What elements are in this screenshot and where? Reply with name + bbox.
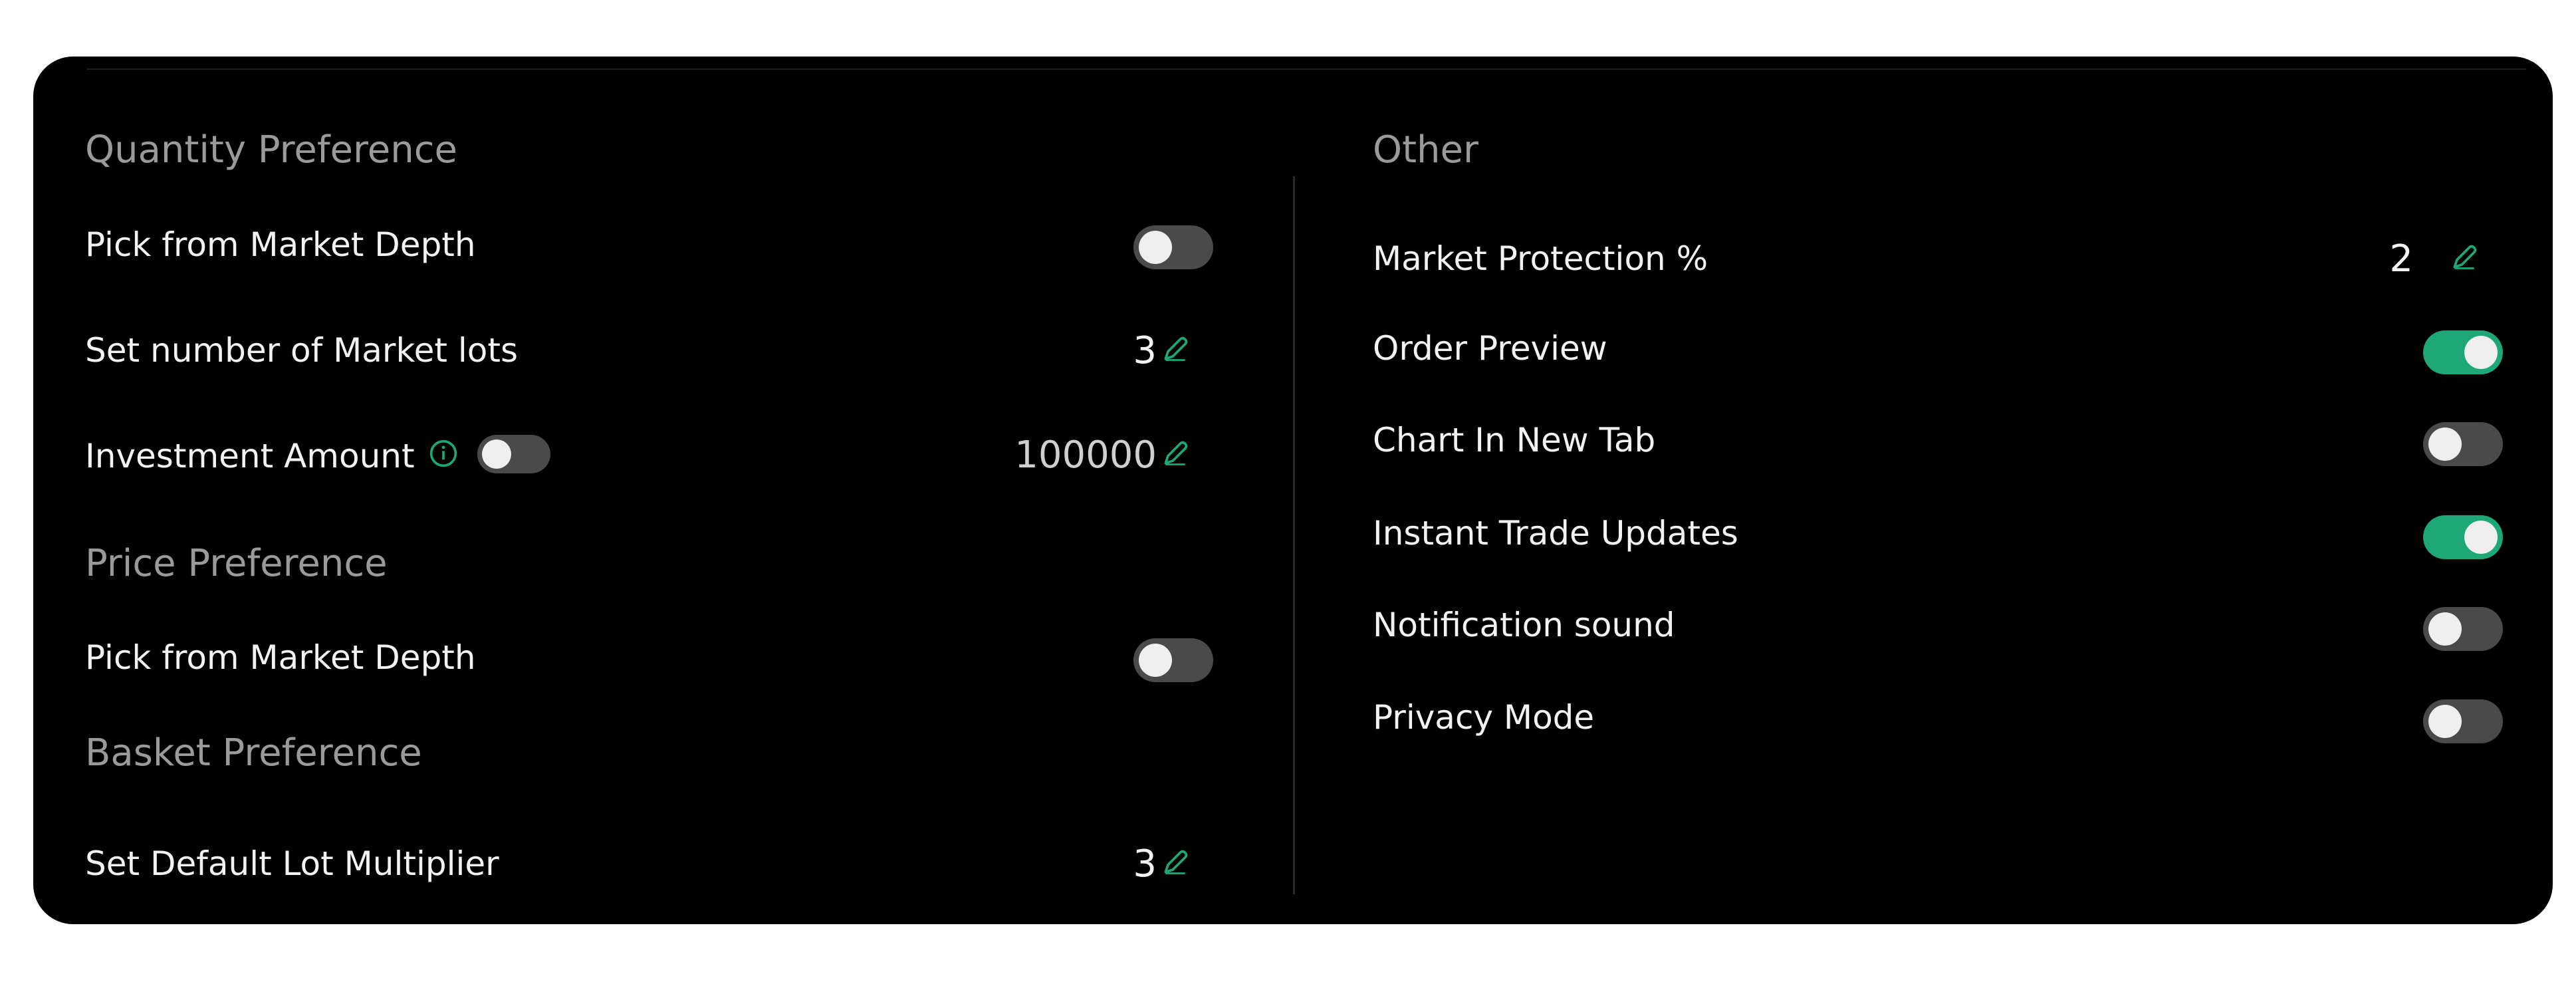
market-protection-value: 2 — [2389, 237, 2413, 281]
chart-new-tab-label: Chart In New Tab — [1373, 421, 1656, 459]
top-divider — [86, 68, 2526, 70]
toggle-knob — [2428, 705, 2462, 738]
toggle-knob — [2428, 612, 2462, 646]
investment-amount-value: 100000 — [1014, 434, 1157, 477]
pencil-icon[interactable] — [1161, 848, 1190, 877]
price-pick-depth-label: Pick from Market Depth — [85, 638, 476, 677]
settings-panel: Quantity Preference Pick from Market Dep… — [33, 57, 2553, 924]
info-icon[interactable] — [429, 439, 458, 468]
order-preview-label: Order Preview — [1373, 329, 1607, 368]
price-pick-depth-toggle[interactable] — [1133, 638, 1213, 682]
pencil-icon[interactable] — [1161, 439, 1190, 468]
toggle-knob — [2464, 336, 2498, 369]
notification-sound-label: Notification sound — [1373, 606, 1675, 644]
lot-multiplier-value: 3 — [1133, 842, 1157, 886]
market-protection-label: Market Protection % — [1373, 239, 1708, 278]
market-lots-value: 3 — [1133, 329, 1157, 372]
quantity-pick-depth-label: Pick from Market Depth — [85, 225, 476, 264]
investment-amount-toggle[interactable] — [477, 435, 550, 473]
other-title: Other — [1373, 128, 1479, 172]
chart-new-tab-toggle[interactable] — [2423, 422, 2503, 466]
column-divider — [1293, 176, 1295, 894]
instant-trade-updates-toggle[interactable] — [2423, 515, 2503, 559]
toggle-knob — [1139, 231, 1172, 264]
basket-preference-title: Basket Preference — [85, 731, 422, 775]
market-lots-label: Set number of Market lots — [85, 331, 519, 370]
pencil-icon[interactable] — [2450, 243, 2479, 272]
order-preview-toggle[interactable] — [2423, 330, 2503, 374]
privacy-mode-label: Privacy Mode — [1373, 698, 1595, 737]
investment-amount-label: Investment Amount — [85, 437, 415, 475]
notification-sound-toggle[interactable] — [2423, 607, 2503, 651]
price-preference-title: Price Preference — [85, 542, 388, 585]
privacy-mode-toggle[interactable] — [2423, 699, 2503, 743]
toggle-knob — [2428, 428, 2462, 461]
toggle-knob — [1139, 644, 1172, 677]
quantity-preference-title: Quantity Preference — [85, 128, 457, 172]
toggle-knob — [2464, 521, 2498, 554]
quantity-pick-depth-toggle[interactable] — [1133, 225, 1213, 269]
lot-multiplier-label: Set Default Lot Multiplier — [85, 844, 499, 883]
pencil-icon[interactable] — [1161, 334, 1190, 364]
instant-trade-updates-label: Instant Trade Updates — [1373, 514, 1738, 553]
toggle-knob — [482, 439, 511, 469]
